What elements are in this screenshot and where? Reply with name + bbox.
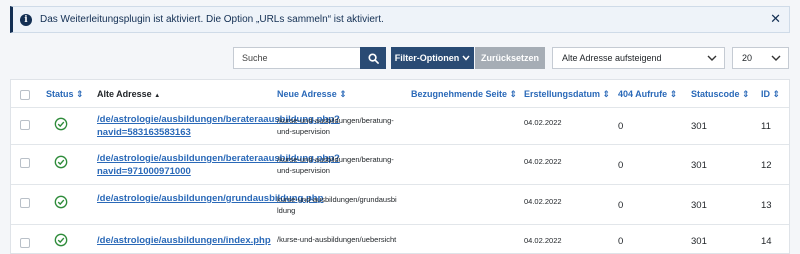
chevron-down-icon xyxy=(771,55,781,61)
row-checkbox[interactable] xyxy=(20,238,30,248)
created-date: 04.02.2022 xyxy=(524,236,562,245)
th-hits[interactable]: 404 Aufrufe ⇕ xyxy=(618,89,677,100)
chevron-down-icon xyxy=(707,55,717,61)
hit-count: 0 xyxy=(618,200,624,211)
row-id: 12 xyxy=(761,160,772,171)
old-url-link[interactable]: /de/astrologie/ausbildungen/grundausbild… xyxy=(97,192,323,205)
hit-count: 0 xyxy=(618,160,624,171)
sort-icon: ⇕ xyxy=(772,89,781,99)
row-id: 13 xyxy=(761,200,772,211)
chevron-down-icon xyxy=(462,55,470,61)
row-id: 11 xyxy=(761,121,771,132)
alert-message: Das Weiterleitungsplugin ist aktiviert. … xyxy=(40,14,384,25)
sort-asc-icon: ▲ xyxy=(154,93,161,99)
close-icon[interactable]: ✕ xyxy=(770,12,781,26)
th-statuscode[interactable]: Statuscode ⇕ xyxy=(691,89,750,100)
sort-select-value: Alte Adresse aufsteigend xyxy=(562,53,662,63)
sort-icon: ⇕ xyxy=(76,89,84,99)
hit-count: 0 xyxy=(618,236,624,247)
sort-icon: ⇕ xyxy=(339,89,347,99)
th-id[interactable]: ID ⇕ xyxy=(761,89,780,100)
sort-select[interactable]: Alte Adresse aufsteigend xyxy=(552,47,725,69)
sort-icon: ⇕ xyxy=(742,89,750,99)
table-row: /de/astrologie/ausbildungen/grundausbild… xyxy=(11,185,789,225)
search-icon xyxy=(367,52,379,64)
old-url-link[interactable]: /de/astrologie/ausbildungen/berateraausb… xyxy=(97,113,340,139)
filter-options-button[interactable]: Filter-Optionen xyxy=(391,47,474,69)
th-status[interactable]: Status ⇕ xyxy=(46,89,84,100)
old-url-link[interactable]: /de/astrologie/ausbildungen/berateraausb… xyxy=(97,152,340,178)
table-row: /de/astrologie/ausbildungen/berateraausb… xyxy=(11,145,789,185)
reset-button[interactable]: Zurücksetzen xyxy=(475,47,545,69)
created-date: 04.02.2022 xyxy=(524,118,562,127)
redirects-table: Status ⇕ Alte Adresse ▲ Neue Adresse ⇕ B… xyxy=(10,79,790,254)
row-id: 14 xyxy=(761,236,772,247)
th-status-label: Status xyxy=(46,89,74,99)
created-date: 04.02.2022 xyxy=(524,197,562,206)
row-checkbox[interactable] xyxy=(20,198,30,208)
search-input[interactable] xyxy=(233,47,360,69)
sort-icon: ⇕ xyxy=(669,89,678,99)
hit-count: 0 xyxy=(618,121,624,132)
th-statuscode-label: Statuscode xyxy=(691,89,740,99)
new-url: /kurse-und-ausbildungen/beratung-und-sup… xyxy=(277,155,394,175)
check-circle-icon[interactable] xyxy=(54,117,68,131)
th-created-label: Erstellungsdatum xyxy=(524,89,601,99)
th-hits-label: 404 Aufrufe xyxy=(618,89,668,99)
check-circle-icon[interactable] xyxy=(54,195,68,209)
table-header: Status ⇕ Alte Adresse ▲ Neue Adresse ⇕ B… xyxy=(11,80,789,108)
select-all-checkbox[interactable] xyxy=(20,90,30,100)
row-checkbox[interactable] xyxy=(20,120,30,130)
sort-icon: ⇕ xyxy=(509,89,518,99)
filter-options-label: Filter-Optionen xyxy=(394,53,460,63)
list-limit-select[interactable]: 20 xyxy=(732,47,789,69)
sort-icon: ⇕ xyxy=(602,89,611,99)
search-button[interactable] xyxy=(360,47,386,69)
status-code: 301 xyxy=(691,121,707,132)
plugin-alert: i Das Weiterleitungsplugin ist aktiviert… xyxy=(10,6,790,33)
list-limit-value: 20 xyxy=(742,53,753,63)
th-new-url[interactable]: Neue Adresse ⇕ xyxy=(277,89,347,100)
row-checkbox[interactable] xyxy=(20,158,30,168)
status-code: 301 xyxy=(691,200,707,211)
th-referer-label: Bezugnehmende Seite xyxy=(411,89,508,99)
info-icon: i xyxy=(20,13,32,26)
new-url: /kurse-und-ausbildungen/beratung-und-sup… xyxy=(277,116,394,136)
th-referer[interactable]: Bezugnehmende Seite ⇕ xyxy=(411,89,517,100)
th-old-url[interactable]: Alte Adresse ▲ xyxy=(97,89,160,99)
status-code: 301 xyxy=(691,160,707,171)
th-id-label: ID xyxy=(761,89,770,99)
check-circle-icon[interactable] xyxy=(54,155,68,169)
th-created[interactable]: Erstellungsdatum ⇕ xyxy=(524,89,610,100)
new-url: /kurse-und-ausbildungen/uebersicht xyxy=(277,235,397,244)
table-row: /de/astrologie/ausbildungen/berateraausb… xyxy=(11,108,789,145)
new-url: kurse-und-ausbildungen/grundausbildung xyxy=(277,195,397,215)
old-url-link[interactable]: /de/astrologie/ausbildungen/index.php xyxy=(97,234,271,247)
created-date: 04.02.2022 xyxy=(524,157,562,166)
th-old-url-label: Alte Adresse xyxy=(97,89,152,99)
table-row: /de/astrologie/ausbildungen/index.php /k… xyxy=(11,225,789,253)
status-code: 301 xyxy=(691,236,707,247)
th-new-url-label: Neue Adresse xyxy=(277,89,337,99)
